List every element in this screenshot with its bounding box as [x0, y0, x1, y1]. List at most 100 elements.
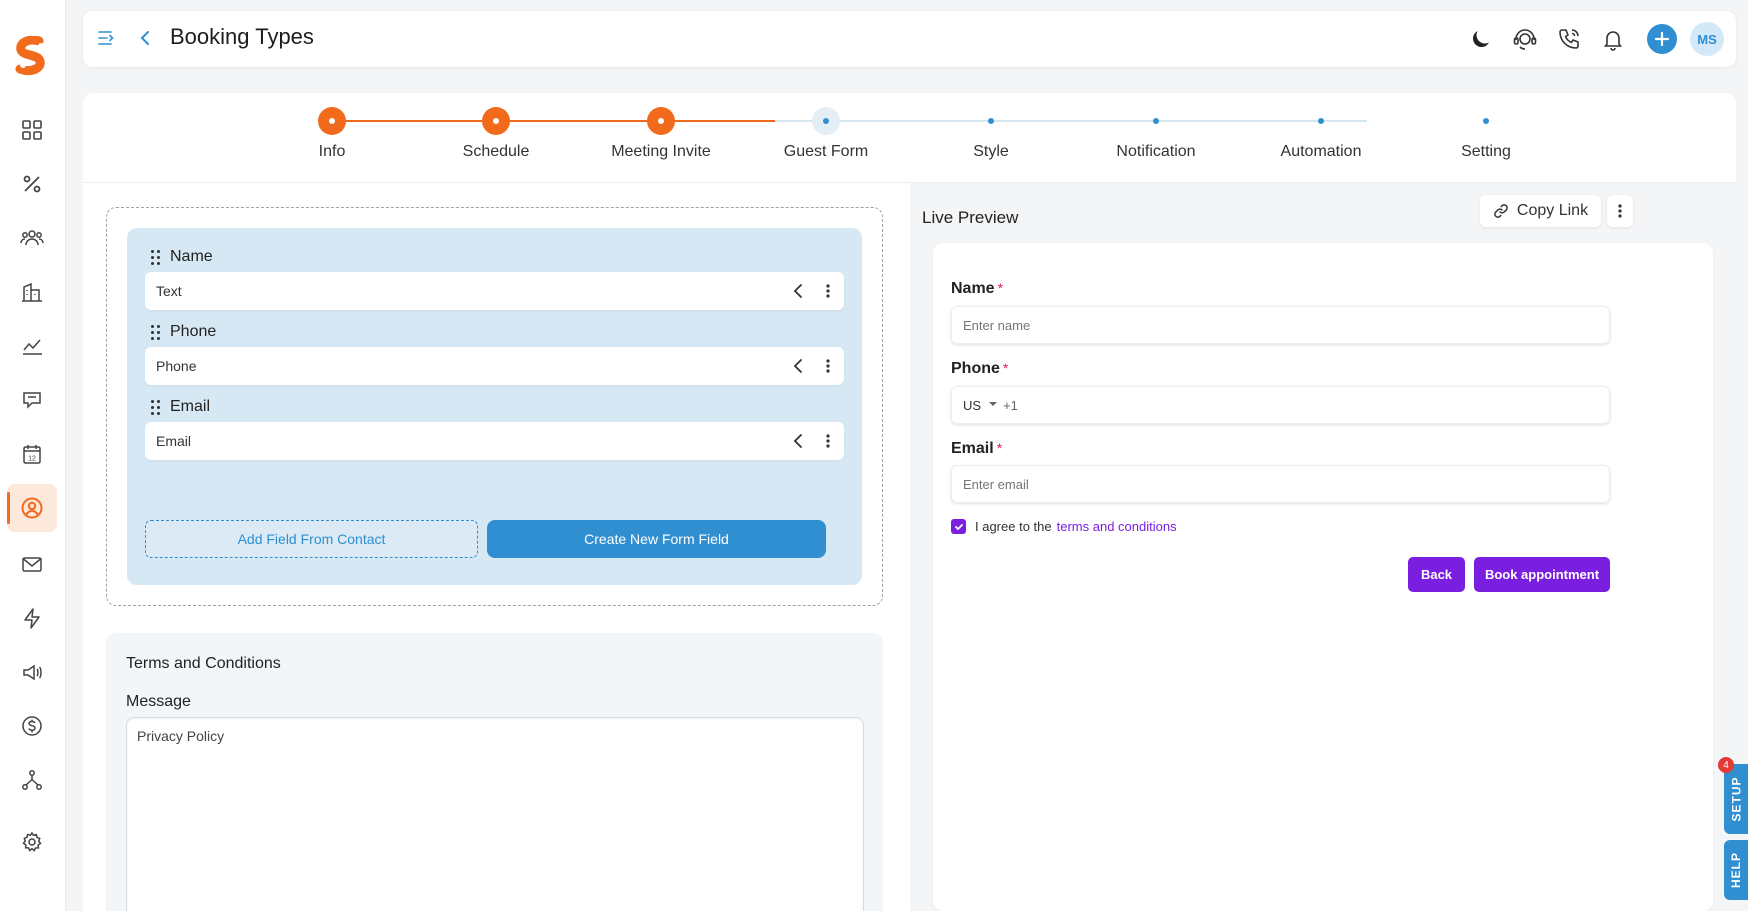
sidebar-item-contacts[interactable]: [7, 214, 57, 262]
create-new-form-field-button[interactable]: Create New Form Field: [487, 520, 826, 558]
message-textarea[interactable]: Privacy Policy: [126, 717, 864, 911]
svg-text:12: 12: [28, 456, 36, 463]
building-icon: [22, 282, 42, 302]
email-input[interactable]: [951, 465, 1610, 503]
required-asterisk: *: [1002, 360, 1009, 376]
page-title: Booking Types: [170, 24, 314, 49]
country-code-select[interactable]: US: [963, 398, 981, 413]
sidebar-item-conversations[interactable]: [7, 376, 57, 424]
required-asterisk: *: [996, 440, 1003, 456]
bell-icon[interactable]: [1599, 25, 1627, 53]
field-name-header[interactable]: Name: [151, 248, 213, 266]
sidebar-item-email[interactable]: [7, 540, 57, 588]
step-info[interactable]: Info: [252, 107, 412, 161]
name-input[interactable]: [951, 306, 1610, 344]
field-label: Phone: [170, 323, 217, 340]
copy-link-button[interactable]: Copy Link: [1480, 195, 1601, 227]
step-style[interactable]: Style: [911, 107, 1071, 161]
users-icon: [20, 230, 44, 246]
dark-mode-icon[interactable]: [1467, 25, 1495, 53]
form-field-row[interactable]: Phone: [145, 347, 844, 385]
step-setting[interactable]: Setting: [1406, 107, 1566, 161]
contact-circle-icon: [21, 497, 43, 519]
top-header: Booking Types MS: [83, 11, 1736, 67]
sidebar-item-settings[interactable]: [7, 818, 57, 866]
field-phone-header[interactable]: Phone: [151, 323, 216, 341]
terms-link[interactable]: terms and conditions: [1057, 519, 1177, 534]
sidebar-item-campaigns[interactable]: [7, 648, 57, 696]
chart-line-icon: [23, 339, 42, 355]
grid-icon: [22, 120, 42, 140]
drag-handle-icon[interactable]: [151, 324, 160, 340]
sidebar-item-automation[interactable]: [7, 594, 57, 642]
app-logo[interactable]: [12, 36, 52, 76]
mail-icon: [22, 557, 42, 572]
field-email-header[interactable]: Email: [151, 398, 210, 416]
step-automation[interactable]: Automation: [1241, 107, 1401, 161]
sidebar-item-calendar[interactable]: 12: [7, 430, 57, 478]
chat-icon: [23, 392, 41, 409]
sidebar-item-billing[interactable]: [7, 702, 57, 750]
drag-handle-icon[interactable]: [151, 249, 160, 265]
step-notification[interactable]: Notification: [1076, 107, 1236, 161]
percent-icon: [23, 175, 41, 193]
agree-checkbox[interactable]: [951, 519, 966, 534]
name-label: Name *: [951, 280, 1004, 297]
expand-chevron-icon[interactable]: [792, 283, 806, 299]
email-label: Email *: [951, 440, 1003, 457]
support-agent-icon[interactable]: [1511, 25, 1539, 53]
phone-input[interactable]: US +1: [951, 386, 1610, 424]
setup-tab[interactable]: SETUP: [1724, 764, 1748, 834]
field-type: Email: [156, 433, 192, 449]
sidebar-item-workflows[interactable]: [7, 756, 57, 804]
required-asterisk: *: [997, 280, 1004, 296]
plus-icon: [1654, 31, 1670, 47]
form-field-row[interactable]: Text: [145, 272, 844, 310]
user-avatar[interactable]: MS: [1690, 22, 1724, 56]
live-preview-panel: Live Preview Copy Link Name* Phone* US +…: [910, 183, 1736, 911]
kebab-menu-icon[interactable]: [826, 283, 830, 299]
caret-down-icon[interactable]: [989, 401, 998, 406]
sidebar-item-dashboard[interactable]: [7, 106, 57, 154]
calendar-icon: 12: [23, 445, 41, 464]
step-meeting-invite[interactable]: Meeting Invite: [581, 107, 741, 161]
back-button[interactable]: Back: [1408, 557, 1465, 592]
preview-kebab-menu-icon[interactable]: [1607, 195, 1633, 227]
checkmark-icon: [954, 523, 963, 530]
preview-booking-form: Name* Phone* US +1 Email* I agree to the: [933, 243, 1713, 911]
expand-chevron-icon[interactable]: [792, 433, 806, 449]
sidebar-item-reports[interactable]: [7, 322, 57, 370]
kebab-menu-icon[interactable]: [826, 358, 830, 374]
field-label: Email: [170, 398, 211, 415]
drag-handle-icon[interactable]: [151, 399, 160, 415]
kebab-menu-icon[interactable]: [826, 433, 830, 449]
setup-badge: 4: [1718, 757, 1734, 773]
hierarchy-icon: [22, 770, 42, 790]
copy-link-label: Copy Link: [1516, 202, 1589, 219]
book-appointment-button[interactable]: Book appointment: [1474, 557, 1610, 592]
live-preview-title: Live Preview: [922, 208, 1019, 227]
add-field-from-contact-button[interactable]: Add Field From Contact: [145, 520, 478, 558]
agree-terms-row: I agree to the terms and conditions: [951, 519, 1177, 534]
expand-chevron-icon[interactable]: [792, 358, 806, 374]
back-chevron-icon[interactable]: [137, 29, 155, 47]
add-new-button[interactable]: [1647, 24, 1677, 54]
field-type: Phone: [156, 358, 197, 374]
link-icon: [1494, 204, 1508, 218]
sidebar-item-deals[interactable]: [7, 160, 57, 208]
sidebar-item-booking[interactable]: [7, 484, 57, 532]
sidebar: 12: [0, 0, 66, 911]
agree-text: I agree to the: [975, 519, 1052, 534]
form-fields-dropzone: Name Text Phone Phone Email Email Add Fi…: [127, 228, 862, 585]
step-guest-form[interactable]: Guest Form: [746, 107, 906, 161]
form-field-row[interactable]: Email: [145, 422, 844, 460]
terms-and-conditions-section: Terms and Conditions Message Privacy Pol…: [106, 633, 883, 911]
help-tab[interactable]: HELP: [1724, 840, 1748, 900]
menu-toggle-icon[interactable]: [97, 29, 115, 47]
form-field-builder: Name Text Phone Phone Email Email Add Fi…: [106, 207, 883, 606]
dollar-icon: [22, 716, 42, 736]
step-schedule[interactable]: Schedule: [416, 107, 576, 161]
phone-call-icon[interactable]: [1555, 25, 1583, 53]
sidebar-item-companies[interactable]: [7, 268, 57, 316]
phone-label: Phone *: [951, 360, 1009, 377]
